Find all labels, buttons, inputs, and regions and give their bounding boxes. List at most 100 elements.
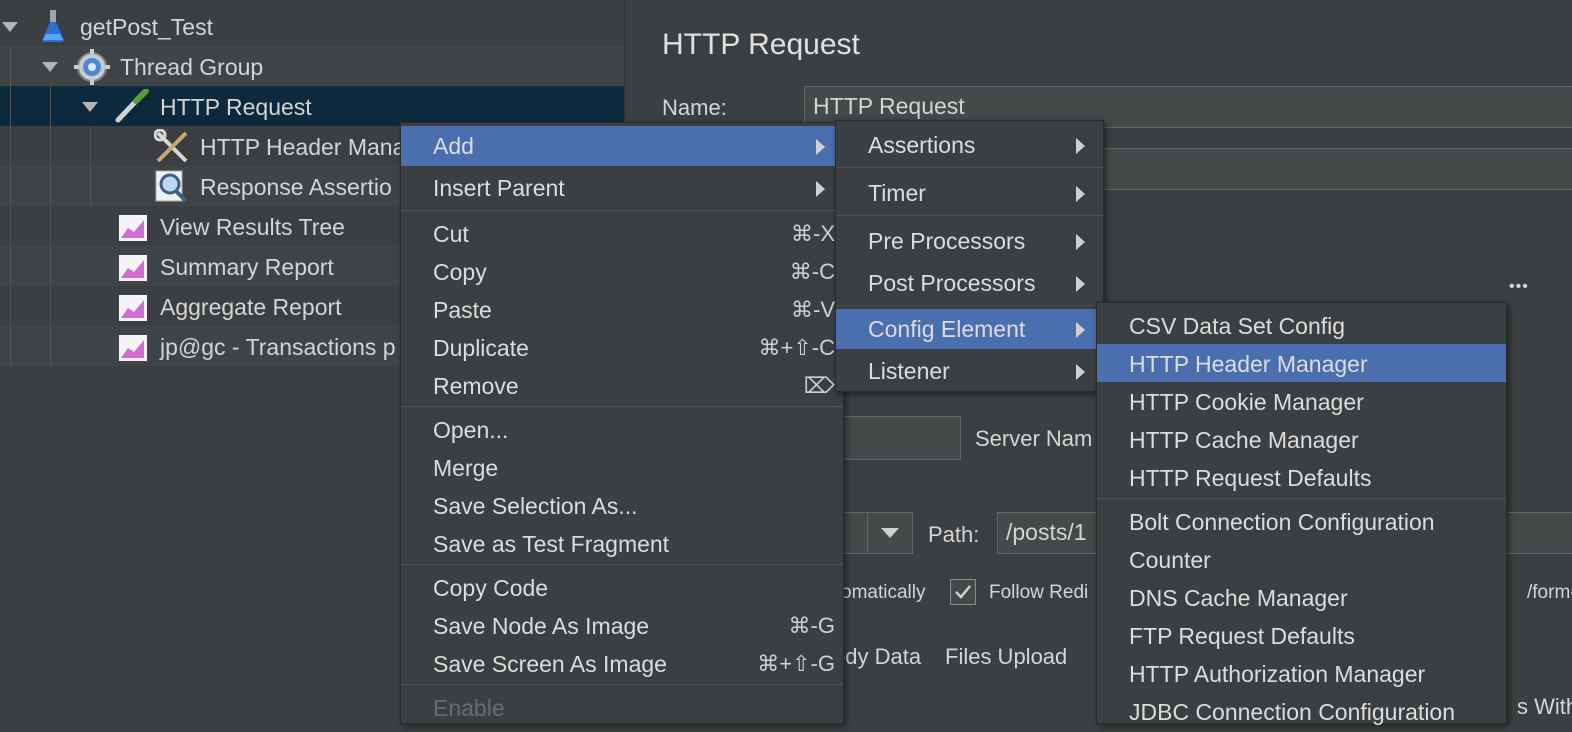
menu-item-enable: Enable <box>401 688 843 728</box>
menu-item-label: Save as Test Fragment <box>433 531 670 557</box>
menu-item-label: HTTP Cache Manager <box>1129 427 1359 453</box>
shortcut-label: ⌘+⇧-G <box>757 651 835 676</box>
menu-item-label: HTTP Header Manager <box>1129 351 1368 377</box>
menu-item-label: Copy <box>433 259 487 285</box>
expand-triangle-icon[interactable] <box>42 62 58 72</box>
shortcut-label: ⌘-X <box>791 221 835 246</box>
tab-body-data[interactable]: ody Data <box>833 644 921 670</box>
menu-item-open[interactable]: Open... <box>401 410 843 450</box>
menu-item-copy[interactable]: Copy ⌘-C <box>401 252 843 292</box>
menu-item-save-as-test-fragment[interactable]: Save as Test Fragment <box>401 524 843 564</box>
expand-triangle-icon[interactable] <box>82 102 98 112</box>
tree-node-label: Summary Report <box>160 254 334 280</box>
tree-node-label: Thread Group <box>120 54 264 80</box>
menu-item-paste[interactable]: Paste ⌘-V <box>401 290 843 330</box>
menu-item-timer[interactable]: Timer <box>836 173 1103 213</box>
menu-item-label: Post Processors <box>868 270 1036 296</box>
menu-item-label: Cut <box>433 221 469 247</box>
tree-node-http-request[interactable]: HTTP Request <box>0 86 624 126</box>
menu-item-label: Copy Code <box>433 575 549 601</box>
tree-guide-line <box>10 46 11 366</box>
menu-item-csv-data-set-config[interactable]: CSV Data Set Config <box>1097 306 1506 346</box>
menu-item-config-element[interactable]: Config Element <box>836 309 1103 349</box>
menu-item-duplicate[interactable]: Duplicate ⌘+⇧-C <box>401 328 843 368</box>
tree-node-label: getPost_Test <box>80 14 213 40</box>
menu-item-label: Enable <box>433 695 505 721</box>
menu-item-cut[interactable]: Cut ⌘-X <box>401 214 843 254</box>
menu-item-label: FTP Request Defaults <box>1129 623 1355 649</box>
more-options-icon[interactable]: ••• <box>1509 278 1529 296</box>
menu-item-label: Add <box>433 133 474 159</box>
menu-item-merge[interactable]: Merge <box>401 448 843 488</box>
submenu-arrow-icon <box>816 139 825 155</box>
submenu-arrow-icon <box>816 181 825 197</box>
gear-icon <box>74 49 110 85</box>
tree-node-label: View Results Tree <box>160 214 345 240</box>
menu-item-jdbc-connection-configuration[interactable]: JDBC Connection Configuration <box>1097 692 1506 732</box>
menu-item-http-header-manager[interactable]: HTTP Header Manager <box>1097 344 1506 382</box>
menu-item-label: Save Node As Image <box>433 613 650 639</box>
menu-item-http-authorization-manager[interactable]: HTTP Authorization Manager <box>1097 654 1506 694</box>
submenu-arrow-icon <box>1076 276 1085 292</box>
tree-node-label: Response Assertio <box>200 174 392 200</box>
menu-separator <box>836 215 1103 216</box>
method-dropdown-button[interactable] <box>867 512 912 554</box>
redirect-auto-label: omatically <box>841 582 926 603</box>
menu-item-label: Listener <box>868 358 950 384</box>
follow-redirects-checkbox[interactable] <box>950 579 976 605</box>
submenu-arrow-icon <box>1076 138 1085 154</box>
menu-item-label: Open... <box>433 417 509 443</box>
submenu-arrow-icon <box>1076 186 1085 202</box>
menu-separator <box>836 305 1103 306</box>
menu-separator <box>401 406 843 407</box>
menu-item-listener[interactable]: Listener <box>836 351 1103 391</box>
menu-item-insert-parent[interactable]: Insert Parent <box>401 168 843 208</box>
graph-icon <box>119 215 147 241</box>
menu-item-pre-processors[interactable]: Pre Processors <box>836 221 1103 261</box>
menu-separator <box>1097 498 1506 499</box>
tree-node-label: jp@gc - Transactions p <box>160 334 396 360</box>
menu-item-post-processors[interactable]: Post Processors <box>836 263 1103 303</box>
menu-item-label: Counter <box>1129 547 1211 573</box>
tree-node-test-plan[interactable]: getPost_Test <box>0 6 624 46</box>
menu-item-label: Assertions <box>868 132 976 158</box>
menu-item-label: Merge <box>433 455 499 481</box>
panel-title: HTTP Request <box>662 28 860 61</box>
expand-triangle-icon[interactable] <box>2 22 18 32</box>
tree-node-thread-group[interactable]: Thread Group <box>0 46 624 86</box>
menu-item-label: Config Element <box>868 316 1026 342</box>
tab-files-upload[interactable]: Files Upload <box>945 644 1067 670</box>
tree-guide-line <box>90 126 91 206</box>
menu-item-label: JDBC Connection Configuration <box>1129 699 1456 725</box>
menu-item-remove[interactable]: Remove ⌦ <box>401 366 843 406</box>
menu-item-label: Save Selection As... <box>433 493 638 519</box>
menu-item-copy-code[interactable]: Copy Code <box>401 568 843 608</box>
menu-item-label: Pre Processors <box>868 228 1026 254</box>
menu-item-save-node-as-image[interactable]: Save Node As Image ⌘-G <box>401 606 843 646</box>
menu-item-label: CSV Data Set Config <box>1129 313 1346 339</box>
multipart-label: /form-c <box>1527 582 1572 603</box>
menu-item-counter[interactable]: Counter <box>1097 540 1506 580</box>
path-label: Path: <box>928 522 980 547</box>
menu-item-save-selection-as[interactable]: Save Selection As... <box>401 486 843 526</box>
menu-item-http-cache-manager[interactable]: HTTP Cache Manager <box>1097 420 1506 460</box>
tools-icon <box>154 129 188 163</box>
menu-item-label: HTTP Authorization Manager <box>1129 661 1426 687</box>
graph-icon <box>119 255 147 281</box>
menu-item-label: Save Screen As Image <box>433 651 667 677</box>
context-menu: Add Insert Parent Cut ⌘-X Copy ⌘-C Paste… <box>400 122 844 724</box>
menu-item-http-cookie-manager[interactable]: HTTP Cookie Manager <box>1097 382 1506 422</box>
menu-item-label: HTTP Request Defaults <box>1129 465 1372 491</box>
menu-item-bolt-connection-configuration[interactable]: Bolt Connection Configuration <box>1097 502 1506 542</box>
menu-item-ftp-request-defaults[interactable]: FTP Request Defaults <box>1097 616 1506 656</box>
menu-item-save-screen-as-image[interactable]: Save Screen As Image ⌘+⇧-G <box>401 644 843 684</box>
menu-item-add[interactable]: Add <box>401 126 843 166</box>
menu-item-label: Insert Parent <box>433 175 565 201</box>
menu-item-label: Remove <box>433 373 519 399</box>
menu-item-dns-cache-manager[interactable]: DNS Cache Manager <box>1097 578 1506 618</box>
menu-item-label: Bolt Connection Configuration <box>1129 509 1435 535</box>
name-label: Name: <box>662 95 727 120</box>
menu-item-http-request-defaults[interactable]: HTTP Request Defaults <box>1097 458 1506 498</box>
menu-item-assertions[interactable]: Assertions <box>836 125 1103 165</box>
menu-separator <box>401 564 843 565</box>
